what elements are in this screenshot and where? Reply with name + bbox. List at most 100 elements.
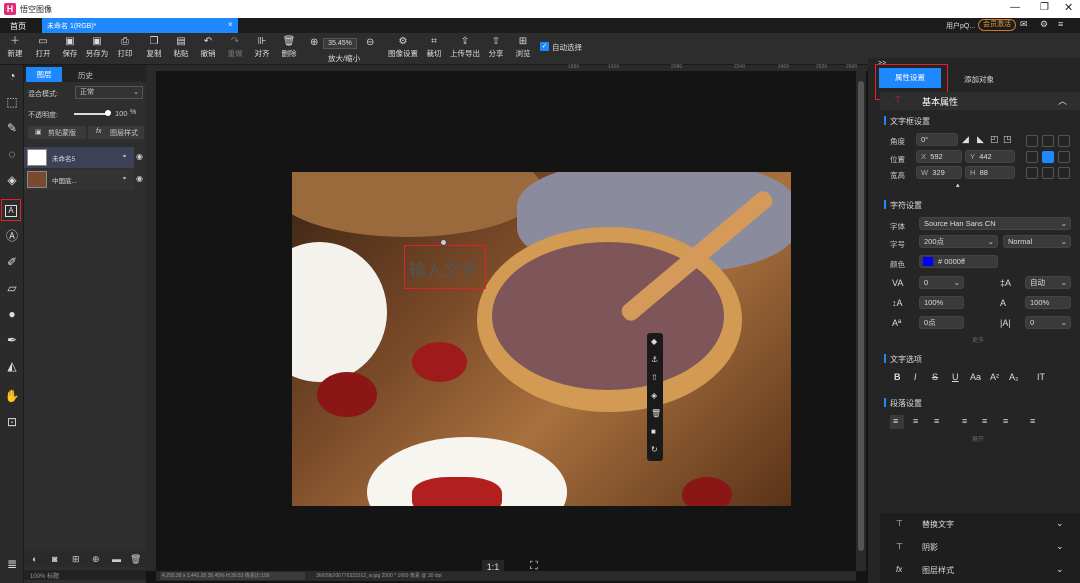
tab-history[interactable]: 历史 (78, 70, 93, 81)
rotate-handle[interactable] (440, 239, 447, 246)
more-link[interactable]: 更多 (972, 335, 984, 344)
link-icon[interactable]: ⚭ (122, 175, 127, 182)
justify-all-icon[interactable]: ≡ (1030, 416, 1035, 426)
save-as-button[interactable]: ▣ 另存为 (84, 36, 110, 59)
new-button[interactable]: ＋新建 (2, 36, 28, 59)
font-select[interactable]: Source Han Sans CN ⌄ (919, 217, 1071, 230)
folder-icon[interactable]: ▬ (112, 554, 121, 564)
anchor-icon[interactable]: ⚓ (651, 355, 658, 364)
quick-select-icon[interactable]: ◔ (3, 67, 21, 85)
anchor-top-left[interactable] (1026, 135, 1038, 147)
align-center-icon[interactable]: ≡ (913, 416, 918, 426)
brush-icon[interactable]: ✐ (3, 253, 21, 271)
layers-toggle-icon[interactable]: ≣ (3, 555, 21, 573)
opacity-slider[interactable] (74, 113, 109, 115)
anchor-bottom-left[interactable] (1026, 167, 1038, 179)
maximize-icon[interactable]: ❐ (1040, 2, 1049, 13)
align-right-icon[interactable]: ≡ (934, 416, 939, 426)
trash-icon[interactable]: 🗑 (130, 554, 141, 565)
lock-ratio-icon[interactable]: ▴ (956, 181, 960, 189)
superscript-icon[interactable]: A² (990, 372, 999, 382)
gear-icon[interactable]: ⚙ (1040, 19, 1048, 30)
scroll-thumb[interactable] (858, 81, 864, 551)
anchor-bottom-right[interactable] (1058, 167, 1070, 179)
save-button[interactable]: ▣ 保存 (57, 36, 83, 59)
copy-button[interactable]: ❐ 复制 (141, 36, 167, 59)
transform-icon[interactable]: ⊡ (3, 413, 21, 431)
menu-icon[interactable]: ≡ (1058, 19, 1063, 29)
magic-wand-icon[interactable]: ✎ (3, 119, 21, 137)
justify-center-icon[interactable]: ≡ (982, 416, 987, 426)
color-swatch[interactable] (923, 257, 933, 266)
italic-icon[interactable]: I (914, 372, 917, 382)
anchor-top-right[interactable] (1058, 135, 1070, 147)
vertical-scale-input[interactable]: 100% (919, 296, 964, 309)
tab-home[interactable]: 首页 (10, 21, 26, 32)
width-input[interactable]: W 329 (916, 166, 962, 179)
lock-icon[interactable]: ■ (651, 427, 656, 436)
layer-row[interactable]: 未命名5 ⚭ (24, 147, 134, 168)
mask-add-icon[interactable]: ◙ (52, 554, 57, 564)
baseline-input[interactable]: 0点 (919, 316, 964, 329)
anchor-middle-right[interactable] (1058, 151, 1070, 163)
member-badge[interactable]: 会员激活 (978, 19, 1016, 31)
shape-icon[interactable]: ◭ (3, 357, 21, 375)
rotate-right-icon[interactable]: ◳ (1003, 134, 1012, 145)
layer-row[interactable]: 中国底... ⚭ (24, 169, 134, 190)
height-input[interactable]: H 88 (965, 166, 1015, 179)
leading-select[interactable]: 自动 ⌄ (1025, 276, 1071, 289)
delete-button[interactable]: 🗑 删除 (276, 36, 302, 59)
angle-input[interactable]: 0° (916, 133, 958, 146)
y-input[interactable]: Y 442 (965, 150, 1015, 163)
reset-icon[interactable]: ↻ (651, 445, 658, 454)
anchor-bottom-center[interactable] (1042, 167, 1054, 179)
adjust-icon[interactable]: ◐ (32, 554, 37, 564)
justify-right-icon[interactable]: ≡ (1003, 416, 1008, 426)
basic-properties-header[interactable]: ⊤ 基本属性 ︿ (880, 92, 1080, 110)
stamp-icon[interactable]: ● (3, 305, 21, 323)
horizontal-scale-input[interactable]: 100% (1025, 296, 1071, 309)
vertical-scrollbar[interactable] (856, 71, 866, 571)
duplicate-icon[interactable]: ⊕ (92, 554, 100, 565)
align-left-button[interactable]: ≡ (890, 415, 904, 429)
clip-mask-button[interactable]: ▣ 剪贴蒙版 (28, 126, 86, 139)
all-caps-icon[interactable]: Aa (970, 372, 981, 382)
flip-h-icon[interactable]: ◢ (962, 134, 969, 145)
anchor-top-center[interactable] (1042, 135, 1054, 147)
eye-icon[interactable]: ◉ (136, 174, 143, 183)
strikethrough-icon[interactable]: S (932, 372, 938, 382)
eraser-icon[interactable]: ▱ (3, 279, 21, 297)
layer-style-button[interactable]: fx 图层样式 (88, 126, 144, 139)
image-settings-button[interactable]: ⚙ 图像设置 (386, 36, 420, 59)
text-placeholder-box[interactable]: 输入文字 (404, 245, 486, 289)
pen-icon[interactable]: ✒ (3, 331, 21, 349)
close-tab-icon[interactable]: × (228, 20, 233, 29)
replace-text-row[interactable]: ⊤ 替换文字 ⌄ (880, 515, 1080, 535)
mail-icon[interactable]: ✉ (1020, 19, 1028, 30)
user-name[interactable]: 用户pQ... (946, 21, 975, 31)
kerning-select[interactable]: 0 ⌄ (1025, 316, 1071, 329)
paste-button[interactable]: ▤ 粘贴 (168, 36, 194, 59)
align-button[interactable]: ⊪ 对齐 (249, 36, 275, 59)
hand-icon[interactable]: ✋ (3, 387, 21, 405)
link-icon[interactable]: ⚭ (122, 153, 127, 160)
tab-document[interactable]: 未命名 1(RGB)* × (42, 18, 238, 33)
unfold-link[interactable]: 展开 (972, 434, 984, 443)
justify-left-icon[interactable]: ≡ (962, 416, 967, 426)
share-button[interactable]: ⇧ 分享 (483, 36, 509, 59)
undo-button[interactable]: ↶ 撤销 (195, 36, 221, 59)
blend-mode-select[interactable]: 正常 ⌄ (75, 86, 143, 99)
x-input[interactable]: X 592 (916, 150, 962, 163)
redo-button[interactable]: ↷ 重做 (222, 36, 248, 59)
flip-v-icon[interactable]: ◣ (977, 134, 984, 145)
color-input[interactable]: # 0000ff (919, 255, 998, 268)
text-style-icon[interactable]: Ⓐ (3, 227, 21, 245)
text-placeholder[interactable]: 输入文字 (409, 256, 477, 281)
tracking-select[interactable]: 0 ⌄ (919, 276, 964, 289)
auto-select-checkbox[interactable]: ✓ (540, 42, 549, 51)
eye-icon[interactable]: ◉ (136, 152, 143, 161)
anchor-middle-left[interactable] (1026, 151, 1038, 163)
browse-button[interactable]: ⊞ 浏览 (510, 36, 536, 59)
open-button[interactable]: ▭ 打开 (30, 36, 56, 59)
fill-icon[interactable]: ◈ (3, 171, 21, 189)
